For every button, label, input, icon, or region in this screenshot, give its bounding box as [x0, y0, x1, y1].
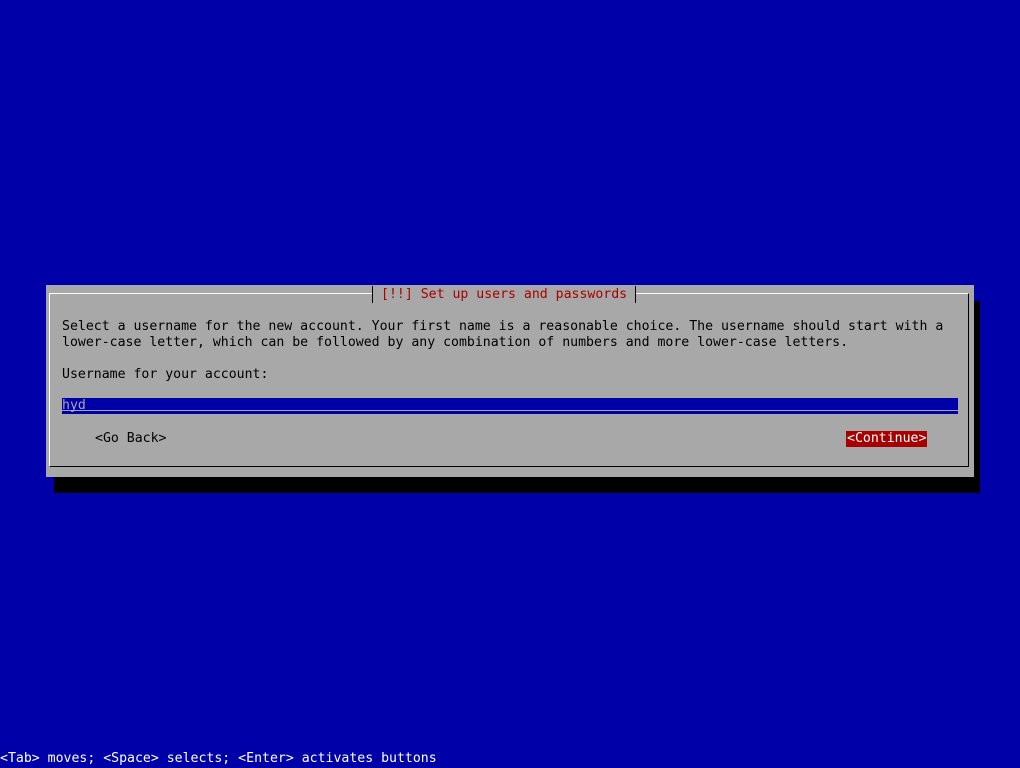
continue-button[interactable]: <Continue>: [846, 431, 928, 447]
keyboard-help-status-bar: <Tab> moves; <Space> selects; <Enter> ac…: [0, 751, 437, 766]
username-field-label: Username for your account:: [62, 367, 269, 382]
dialog-title: [!!] Set up users and passwords: [372, 286, 637, 303]
dialog-description-line-1: Select a username for the new account. Y…: [62, 319, 944, 334]
go-back-button[interactable]: <Go Back>: [94, 431, 167, 447]
installer-screen: [!!] Set up users and passwords Select a…: [0, 0, 1020, 768]
username-input[interactable]: [62, 398, 958, 414]
dialog-description-line-2: lower-case letter, which can be followed…: [62, 335, 849, 350]
setup-users-dialog: [!!] Set up users and passwords Select a…: [46, 285, 974, 477]
